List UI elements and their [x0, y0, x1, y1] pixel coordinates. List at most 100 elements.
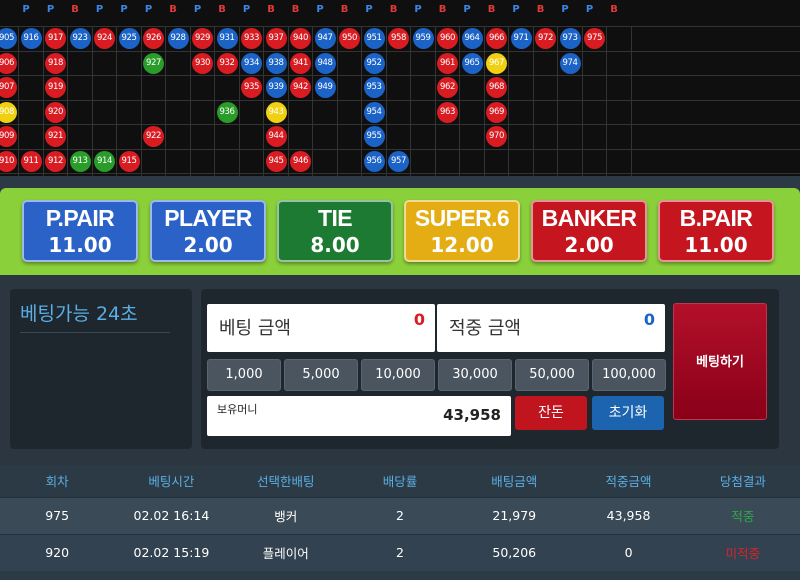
odds-button-b-pair[interactable]: B.PAIR 11.00 [658, 200, 774, 262]
road-bead: 918 [45, 52, 66, 74]
road-bead: 917 [45, 28, 66, 49]
road-header-letter: B [610, 4, 618, 15]
road-grid-line [532, 26, 534, 176]
road-grid-line [483, 26, 485, 176]
road-bead: 906 [0, 52, 17, 74]
history-cell-rate: 2 [342, 496, 458, 534]
road-grid-line [0, 50, 800, 52]
road-bead: 927 [143, 52, 164, 74]
odds-value: 12.00 [430, 233, 494, 257]
odds-button-player[interactable]: PLAYER 2.00 [150, 200, 266, 262]
history-cell-round: 975 [0, 496, 115, 534]
road-bead: 972 [535, 28, 556, 49]
history-cell-win: 0 [571, 533, 686, 571]
chip-button[interactable]: 1,000 [207, 359, 281, 391]
odds-value: 2.00 [564, 233, 614, 257]
road-bead: 949 [314, 77, 336, 98]
history-header-row: 회차 베팅시간 선택한배팅 배당률 배팅금액 적중금액 당첨결과 [0, 465, 800, 497]
road-grid-line [410, 26, 411, 176]
road-grid-line [238, 26, 240, 176]
road-bead: 938 [265, 52, 287, 74]
odds-button-tie[interactable]: TIE 8.00 [277, 200, 393, 262]
odds-strip: P.PAIR 11.00 PLAYER 2.00 TIE 8.00 SUPER.6 12.00… [0, 188, 800, 275]
balance-value: 43,958 [443, 406, 501, 424]
road-grid-line [0, 99, 800, 101]
road-bead: 944 [265, 126, 287, 147]
win-amount-field: 적중 금액 0 [437, 304, 665, 352]
road-grid-line [67, 26, 68, 176]
road-header-letter: P [22, 4, 30, 15]
road-bead: 931 [216, 28, 238, 49]
road-grid-line [263, 26, 264, 176]
chip-button[interactable]: 100,000 [592, 359, 666, 391]
road-bead: 951 [363, 28, 385, 49]
road-grid-line [140, 26, 142, 176]
change-button[interactable]: 잔돈 [515, 396, 587, 430]
road-bead: 940 [290, 28, 311, 49]
road-bead: 941 [290, 52, 311, 74]
history-cell-result: 적중 [685, 496, 800, 534]
road-header-letter: B [71, 4, 79, 15]
bead-road-board: P P B P P P B P B P B B P B P B P B P B P B P P B 905 906 907 908 909… [0, 0, 800, 176]
history-cell-time: 02.02 15:19 [114, 533, 229, 571]
chip-button[interactable]: 50,000 [515, 359, 589, 391]
road-bead: 956 [363, 150, 385, 172]
road-header-letter: P [463, 4, 471, 15]
road-bead: 913 [69, 150, 91, 172]
road-bead: 928 [167, 28, 189, 49]
road-grid-line [385, 26, 387, 176]
road-header-letter: P [242, 4, 251, 15]
history-cell-round: 920 [0, 533, 115, 571]
chip-button[interactable]: 5,000 [284, 359, 358, 391]
reset-button[interactable]: 초기화 [592, 396, 664, 430]
road-bead: 957 [388, 150, 409, 172]
history-header-cell: 적중금액 [605, 474, 652, 490]
road-grid-line [189, 26, 191, 176]
place-bet-button[interactable]: 베팅하기 [673, 303, 767, 420]
road-grid-line [116, 26, 117, 176]
road-grid-line [434, 26, 436, 176]
win-amount-label: 적중 금액 [449, 318, 521, 339]
history-header-cell: 회차 [45, 474, 69, 490]
chip-button[interactable]: 10,000 [361, 359, 435, 391]
road-grid-line [18, 26, 19, 176]
odds-button-super-6[interactable]: SUPER.6 12.00 [404, 200, 520, 262]
history-header-cell: 선택한배팅 [256, 474, 315, 490]
road-bead: 922 [143, 126, 164, 147]
road-header-letter: P [95, 4, 104, 15]
odds-value: 8.00 [310, 233, 360, 257]
odds-button-banker[interactable]: BANKER 2.00 [531, 200, 647, 262]
road-header-letter: P [561, 4, 569, 15]
road-bead: 932 [216, 52, 238, 74]
road-header-letter: P [316, 4, 324, 15]
odds-name: BANKER [541, 205, 637, 231]
road-bead: 967 [486, 52, 507, 74]
timer-box: 베팅가능 24초 [10, 289, 192, 449]
road-bead: 924 [94, 28, 115, 49]
road-bead: 919 [45, 77, 66, 98]
road-bead: 942 [290, 77, 311, 98]
road-bead: 975 [584, 28, 605, 49]
history-cell-result: 미적중 [685, 533, 800, 571]
road-grid-line [459, 26, 460, 176]
road-grid-line [508, 26, 509, 176]
road-grid-line [0, 148, 800, 150]
bet-amount-label: 베팅 금액 [219, 318, 291, 339]
odds-button-p-pair[interactable]: P.PAIR 11.00 [22, 200, 138, 262]
history-header-cell: 베팅시간 [148, 474, 195, 490]
table-row: 975 02.02 16:14 뱅커 2 21,979 43,958 적중 [0, 496, 800, 534]
road-header-letter: P [512, 4, 520, 15]
road-grid-line [312, 26, 313, 176]
road-grid-line [165, 26, 166, 176]
road-bead: 909 [0, 126, 17, 147]
chip-button[interactable]: 30,000 [438, 359, 512, 391]
road-bead: 965 [461, 52, 483, 74]
road-bead: 934 [241, 52, 262, 74]
road-header-letter: B [536, 4, 545, 15]
road-bead: 971 [510, 28, 532, 49]
history-header-cell: 배당률 [382, 474, 418, 490]
road-bead: 929 [192, 28, 213, 49]
road-header-letter: P [193, 4, 202, 15]
road-bead: 960 [437, 28, 458, 49]
history-header-cell: 당첨결과 [719, 474, 766, 490]
